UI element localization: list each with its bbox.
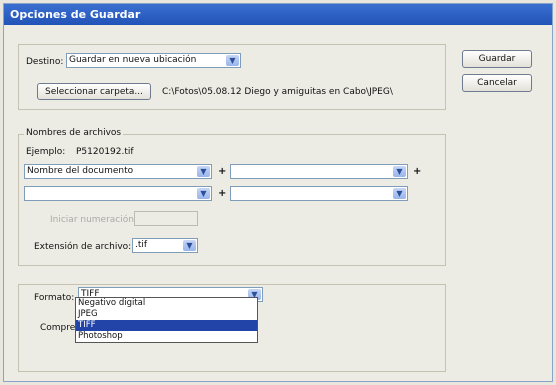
example-value: P5120192.tif — [76, 147, 134, 157]
format-option-tiff[interactable]: TIFF — [76, 320, 257, 331]
destination-path: C:\Fotos\05.08.12 Diego y amiguitas en C… — [162, 87, 393, 97]
format-label: Formato: — [34, 293, 75, 303]
filenames-group-title: Nombres de archivos — [24, 128, 124, 138]
destination-value: Guardar en nueva ubicación — [69, 55, 197, 65]
compression-label: Compres — [40, 323, 80, 333]
chevron-down-icon: ▼ — [197, 166, 210, 177]
filename-part-3-select[interactable]: ▼ — [24, 186, 212, 201]
filename-part-1-value: Nombre del documento — [27, 166, 134, 176]
choose-folder-button[interactable]: Seleccionar carpeta... — [37, 83, 151, 100]
format-option-photoshop[interactable]: Photoshop — [76, 331, 257, 342]
cancel-button[interactable]: Cancelar — [462, 74, 532, 92]
destination-label: Destino: — [26, 57, 64, 67]
plus-separator: + — [218, 188, 227, 199]
chevron-down-icon: ▼ — [393, 166, 406, 177]
example-label: Ejemplo: — [26, 147, 66, 157]
format-dropdown-list: Negativo digital JPEG TIFF Photoshop — [75, 297, 258, 343]
dialog-title: Opciones de Guardar — [4, 4, 552, 25]
chevron-down-icon: ▼ — [197, 188, 210, 199]
extension-value: .tif — [135, 240, 148, 250]
filename-part-2-select[interactable]: ▼ — [230, 164, 408, 179]
plus-separator: + — [413, 166, 422, 177]
save-button[interactable]: Guardar — [462, 50, 532, 68]
extension-label: Extensión de archivo: — [34, 242, 132, 252]
format-option-jpeg[interactable]: JPEG — [76, 309, 257, 320]
chevron-down-icon: ▼ — [226, 55, 239, 66]
filename-part-1-select[interactable]: Nombre del documento ▼ — [24, 164, 212, 179]
format-option-digital-negative[interactable]: Negativo digital — [76, 298, 257, 309]
start-numbering-label: Iniciar numeración: — [50, 215, 138, 225]
chevron-down-icon: ▼ — [183, 240, 196, 251]
chevron-down-icon: ▼ — [393, 188, 406, 199]
extension-select[interactable]: .tif ▼ — [132, 238, 198, 253]
start-numbering-input — [134, 211, 198, 226]
plus-separator: + — [218, 166, 227, 177]
filename-part-4-select[interactable]: ▼ — [230, 186, 408, 201]
destination-select[interactable]: Guardar en nueva ubicación ▼ — [66, 53, 241, 68]
